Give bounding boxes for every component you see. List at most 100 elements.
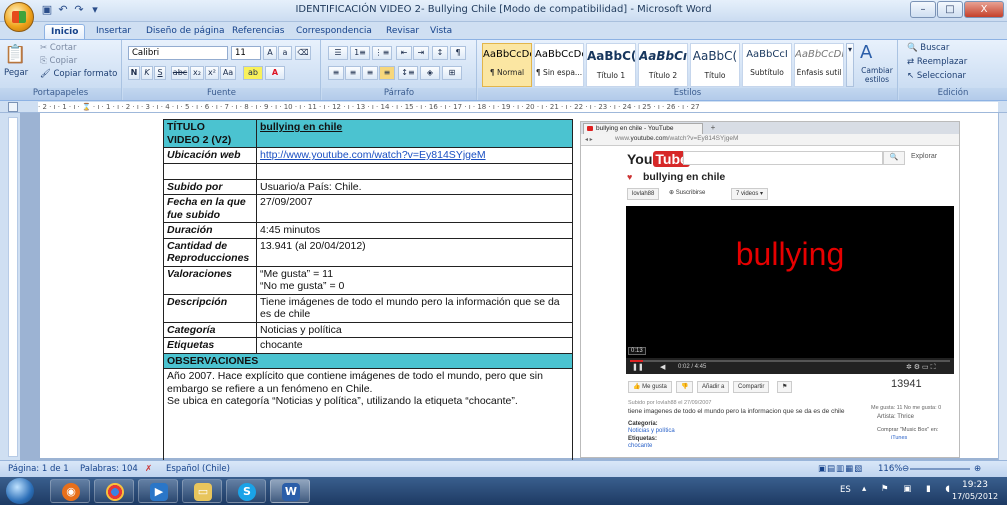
- table-cell-value[interactable]: 27/09/2007: [256, 194, 573, 223]
- observations-header[interactable]: OBSERVACIONES: [163, 352, 573, 369]
- shrink-font-button[interactable]: a: [278, 46, 292, 60]
- table-cell-value[interactable]: Tiene imágenes de todo el mundo pero la …: [256, 293, 573, 323]
- minimize-button[interactable]: –: [910, 1, 936, 18]
- select-button[interactable]: ↖ Seleccionar: [907, 71, 966, 81]
- styles-scroll[interactable]: ▾: [846, 43, 854, 87]
- font-color-button[interactable]: A: [265, 66, 285, 80]
- change-styles-button[interactable]: Cambiar estilos: [858, 66, 896, 84]
- horizontal-ruler[interactable]: · 2 · ı · 1 · ı · ⌛ · ı · 1 · ı · 2 · ı …: [0, 101, 1007, 113]
- zoom-in-icon[interactable]: ⊕: [974, 464, 981, 474]
- superscript-button[interactable]: x²: [205, 66, 219, 80]
- table-cell-label[interactable]: Categoría: [163, 321, 257, 338]
- vertical-scrollbar[interactable]: [998, 113, 1007, 460]
- align-left-button[interactable]: ≡: [328, 66, 344, 80]
- font-family-select[interactable]: Calibri: [128, 46, 228, 60]
- table-cell-label[interactable]: [163, 162, 257, 180]
- word-task[interactable]: W: [270, 479, 310, 503]
- clock-time[interactable]: 19:23: [962, 480, 988, 490]
- find-button[interactable]: 🔍 Buscar: [907, 43, 949, 53]
- view-buttons[interactable]: ▣▤▥▦▧: [818, 464, 863, 474]
- tab-revisar[interactable]: Revisar: [380, 24, 425, 39]
- shading-button[interactable]: ◈: [420, 66, 440, 80]
- tab-referencias[interactable]: Referencias: [226, 24, 291, 39]
- zoom-level[interactable]: 116%: [878, 464, 902, 474]
- table-cell-value[interactable]: bullying en chile: [256, 119, 573, 148]
- language-indicator[interactable]: Español (Chile): [166, 464, 230, 474]
- table-cell-value[interactable]: [256, 162, 573, 180]
- copy-button[interactable]: ⎘ Copiar: [40, 56, 77, 66]
- office-button[interactable]: [4, 2, 34, 32]
- tab-selector[interactable]: [8, 102, 18, 112]
- tab-vista[interactable]: Vista: [424, 24, 458, 39]
- cut-button[interactable]: ✂ Cortar: [40, 43, 77, 53]
- subscript-button[interactable]: x₂: [190, 66, 204, 80]
- bullets-button[interactable]: ☰: [328, 46, 348, 60]
- document-page[interactable]: TÍTULO VIDEO 2 (V2) bullying en chile Ubi…: [40, 113, 1007, 485]
- tab-correspondencia[interactable]: Correspondencia: [290, 24, 378, 39]
- table-cell-label[interactable]: Cantidad de Reproducciones: [163, 237, 257, 267]
- font-size-select[interactable]: 11: [231, 46, 261, 60]
- table-cell-value[interactable]: http://www.youtube.com/watch?v=Ey814SYjg…: [256, 147, 573, 164]
- paste-icon[interactable]: 📋: [4, 44, 26, 65]
- table-cell-label[interactable]: Duración: [163, 222, 257, 239]
- media-task[interactable]: ▶: [138, 479, 178, 503]
- align-right-button[interactable]: ≡: [362, 66, 378, 80]
- chrome-task[interactable]: [94, 479, 134, 503]
- align-center-button[interactable]: ≡: [345, 66, 361, 80]
- table-cell-value[interactable]: chocante: [256, 337, 573, 354]
- tab-inicio[interactable]: Inicio: [44, 24, 86, 39]
- line-spacing-button[interactable]: ↕≡: [398, 66, 418, 80]
- style-normal[interactable]: AaBbCcDc ¶ Normal: [482, 43, 532, 87]
- zoom-out-icon[interactable]: ⊖: [902, 464, 909, 474]
- bold-button[interactable]: N: [128, 66, 140, 80]
- style-titulo-1[interactable]: AaBbC(Título 1: [586, 43, 636, 87]
- table-cell-value[interactable]: “Me gusta” = 11 “No me gusta” = 0: [256, 265, 573, 295]
- table-cell-label[interactable]: Etiquetas: [163, 337, 257, 354]
- language-tray[interactable]: ES: [840, 485, 851, 495]
- table-cell-value[interactable]: Noticias y política: [256, 321, 573, 338]
- paste-button[interactable]: Pegar: [4, 68, 28, 78]
- replace-button[interactable]: ⇄ Reemplazar: [907, 57, 967, 67]
- youtube-screenshot-image[interactable]: bullying en chile - YouTube + ◂ ▸ www.yo…: [580, 121, 960, 458]
- spelling-icon[interactable]: ✗: [145, 464, 152, 474]
- table-cell-value[interactable]: 4:45 minutos: [256, 222, 573, 239]
- skype-task[interactable]: S: [226, 479, 266, 503]
- numbering-button[interactable]: 1≡: [350, 46, 370, 60]
- show-marks-button[interactable]: ¶: [450, 46, 466, 60]
- increase-indent-button[interactable]: ⇥: [413, 46, 429, 60]
- grow-font-button[interactable]: A: [263, 46, 277, 60]
- table-cell-value[interactable]: Usuario/a País: Chile.: [256, 178, 573, 195]
- table-cell-label[interactable]: TÍTULO VIDEO 2 (V2): [163, 119, 257, 148]
- change-case-button[interactable]: Aa: [220, 66, 236, 80]
- table-cell-label[interactable]: Subido por: [163, 178, 257, 195]
- decrease-indent-button[interactable]: ⇤: [396, 46, 412, 60]
- style-subtitulo[interactable]: AaBbCcI Subtítulo: [742, 43, 792, 87]
- style-enfasis-sutil[interactable]: AaBbCcDı Énfasis sutil: [794, 43, 844, 87]
- tab-insertar[interactable]: Insertar: [90, 24, 137, 39]
- table-cell-label[interactable]: Descripción: [163, 293, 257, 323]
- format-painter-button[interactable]: 🖌 Copiar formato: [40, 69, 117, 79]
- table-cell-value[interactable]: 13.941 (al 20/04/2012): [256, 237, 573, 267]
- underline-button[interactable]: S: [154, 66, 166, 80]
- table-cell-label[interactable]: Ubicación web: [163, 147, 257, 164]
- explorer-task[interactable]: ▭: [182, 479, 222, 503]
- maximize-button[interactable]: □: [937, 1, 963, 18]
- borders-button[interactable]: ⊞: [442, 66, 462, 80]
- vertical-ruler[interactable]: [8, 117, 18, 457]
- justify-button[interactable]: ≡: [379, 66, 395, 80]
- style-sin-espaciado[interactable]: AaBbCcDc ¶ Sin espa...: [534, 43, 584, 87]
- clock-date[interactable]: 17/05/2012: [952, 492, 998, 501]
- video-link[interactable]: http://www.youtube.com/watch?v=Ey814SYjg…: [260, 149, 486, 161]
- table-cell-label[interactable]: Valoraciones: [163, 265, 257, 295]
- page-count[interactable]: Página: 1 de 1: [8, 464, 69, 474]
- highlight-button[interactable]: ab: [243, 66, 263, 80]
- firefox-task[interactable]: ◉: [50, 479, 90, 503]
- italic-button[interactable]: K: [141, 66, 153, 80]
- word-count[interactable]: Palabras: 104: [80, 464, 138, 474]
- zoom-slider[interactable]: [910, 468, 970, 470]
- style-titulo[interactable]: AaBbC(Título: [690, 43, 740, 87]
- start-button[interactable]: [6, 478, 34, 504]
- tray-icons[interactable]: ▴ ⚑ ▣ ▮ ◖: [862, 484, 956, 494]
- strikethrough-button[interactable]: abc: [171, 66, 189, 80]
- close-button[interactable]: X: [964, 1, 1004, 18]
